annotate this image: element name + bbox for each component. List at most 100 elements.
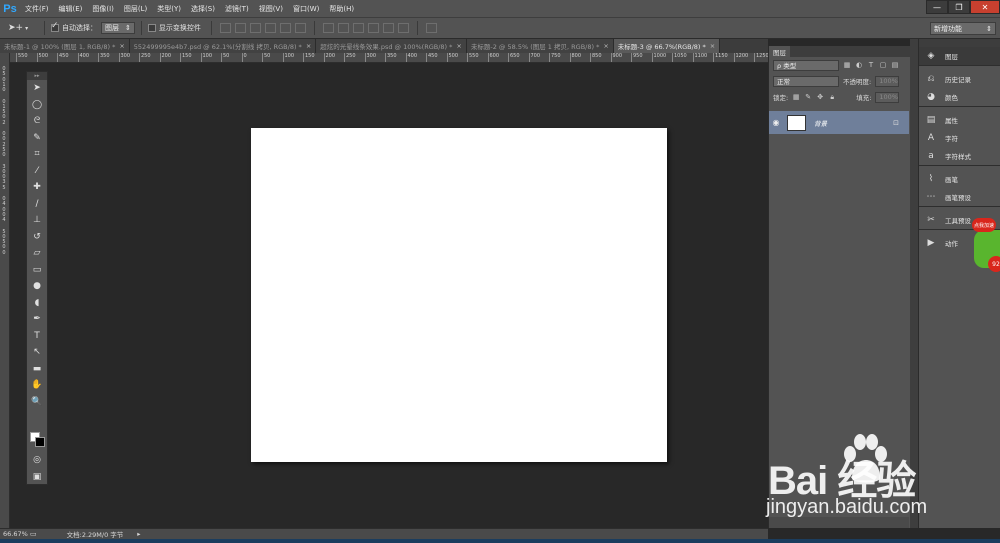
tool-preset-picker[interactable]: ➤+ ▾: [8, 20, 38, 36]
menu-item[interactable]: 类型(Y): [152, 4, 186, 14]
document-tab-label: 未标题-1 @ 100% (图层 1, RGB/8) *: [4, 43, 116, 51]
close-tab-icon[interactable]: ×: [710, 42, 715, 50]
dock-item[interactable]: ⌇ 画笔: [919, 170, 1000, 188]
dock-item[interactable]: ⋯ 画笔预设: [919, 188, 1000, 206]
zoom-level[interactable]: 66.67%: [0, 530, 30, 538]
document-tab[interactable]: 552499995e4b7.psd @ 62.1%(分割线 拷贝, RGB/8)…: [129, 39, 317, 53]
filter-type-icon[interactable]: T: [867, 61, 875, 69]
minimize-button[interactable]: —: [926, 0, 948, 14]
filter-pixel-icon[interactable]: ▦: [843, 61, 851, 69]
dock-item[interactable]: ◕ 颜色: [919, 88, 1000, 106]
lasso-icon[interactable]: ᘓ: [27, 113, 47, 130]
menu-item[interactable]: 视图(V): [254, 4, 288, 14]
menu-item[interactable]: 文件(F): [20, 4, 54, 14]
document-tab[interactable]: 未标题-2 @ 58.5% (图层 1 拷贝, RGB/8) * ×: [466, 39, 614, 53]
lock-all-icon[interactable]: 🔒︎: [828, 93, 836, 101]
zoom-icon[interactable]: 🔍: [27, 394, 47, 411]
align-bottom-icon[interactable]: [249, 23, 261, 33]
clone-stamp-icon[interactable]: ⊥: [27, 212, 47, 229]
type-icon[interactable]: T: [27, 328, 47, 345]
distribute-top-icon[interactable]: [322, 23, 334, 33]
menu-item[interactable]: 窗口(W): [288, 4, 324, 14]
document-canvas[interactable]: [251, 128, 667, 462]
blend-mode-dropdown[interactable]: 正常: [773, 75, 839, 87]
ruler-tick-label: 150: [303, 53, 315, 62]
align-right-icon[interactable]: [294, 23, 306, 33]
distribute-left-icon[interactable]: [367, 23, 379, 33]
close-tab-icon[interactable]: ×: [306, 42, 311, 50]
auto-select-target-dropdown[interactable]: 图层 ⇕: [101, 22, 135, 34]
close-button[interactable]: ✕: [970, 0, 1000, 14]
menu-item[interactable]: 选择(S): [186, 4, 220, 14]
gradient-icon[interactable]: ▭: [27, 262, 47, 279]
auto-align-icon[interactable]: [425, 23, 437, 33]
close-tab-icon[interactable]: ×: [456, 42, 461, 50]
blur-icon[interactable]: ●: [27, 278, 47, 295]
auto-select-checkbox[interactable]: 自动选择：: [51, 21, 97, 33]
ellipse-marquee-icon[interactable]: ◯: [27, 97, 47, 114]
layer-row-background[interactable]: ◉ 背景 ⊡: [769, 111, 909, 134]
brush-icon[interactable]: ∕: [27, 196, 47, 213]
toolbox-grip[interactable]: ▸▸: [27, 72, 47, 80]
history-brush-icon[interactable]: ↺: [27, 229, 47, 246]
close-tab-icon[interactable]: ×: [119, 42, 124, 50]
document-tab[interactable]: 未标题-3 @ 66.7%(RGB/8) * ×: [613, 39, 721, 53]
dock-item[interactable]: ▤ 属性: [919, 111, 1000, 129]
filter-shape-icon[interactable]: ▢: [879, 61, 887, 69]
menu-item[interactable]: 滤镜(T): [220, 4, 254, 14]
filter-smart-icon[interactable]: ▤: [891, 61, 899, 69]
lock-image-icon[interactable]: ✎: [804, 93, 812, 101]
lock-position-icon[interactable]: ✥: [816, 93, 824, 101]
show-transform-checkbox[interactable]: 显示变换控件: [147, 23, 201, 33]
distribute-right-icon[interactable]: [397, 23, 409, 33]
align-top-icon[interactable]: [219, 23, 231, 33]
window-controls: — ❐ ✕: [926, 0, 1000, 14]
speedup-widget[interactable]: 点我加速 92: [972, 218, 1000, 282]
dock-item[interactable]: ◈ 图层: [919, 47, 1000, 65]
healing-brush-icon[interactable]: ✚: [27, 179, 47, 196]
tab-layers[interactable]: 图层: [769, 46, 790, 57]
lock-transparent-icon[interactable]: ▦: [792, 93, 800, 101]
align-left-icon[interactable]: [264, 23, 276, 33]
close-tab-icon[interactable]: ×: [603, 42, 608, 50]
restore-button[interactable]: ❐: [948, 0, 970, 14]
crop-icon[interactable]: ⌗: [27, 146, 47, 163]
pen-icon[interactable]: ✒: [27, 311, 47, 328]
status-menu-arrow-icon[interactable]: ▸: [137, 530, 140, 538]
fill-field[interactable]: 100%: [875, 91, 900, 103]
visibility-eye-icon[interactable]: ◉: [769, 118, 783, 127]
workspace-dropdown[interactable]: 新增功能 ⇕: [930, 22, 996, 35]
document-tab[interactable]: 超炫的光晕线条效果.psd @ 100%(RGB/8) * ×: [316, 39, 467, 53]
align-vcenter-icon[interactable]: [234, 23, 246, 33]
distribute-hcenter-icon[interactable]: [382, 23, 394, 33]
history-icon: ⎌: [927, 74, 935, 84]
distribute-vcenter-icon[interactable]: [337, 23, 349, 33]
dock-item[interactable]: A 字符: [919, 129, 1000, 147]
menu-item[interactable]: 编辑(E): [54, 4, 88, 14]
menu-item[interactable]: 帮助(H): [324, 4, 359, 14]
opacity-field[interactable]: 100%: [875, 75, 900, 87]
menu-item[interactable]: 图像(I): [87, 4, 119, 14]
layers-panel: 图层 ρ 类型 ▦ ◐ T ▢ ▤ 正常 不透明度: 100% 锁定: ▦ ✎ …: [768, 46, 910, 528]
filter-adjust-icon[interactable]: ◐: [855, 61, 863, 69]
screen-mode-icon[interactable]: ▣: [27, 469, 47, 486]
hand-icon[interactable]: ✋: [27, 377, 47, 394]
path-select-icon[interactable]: ↖: [27, 344, 47, 361]
menu-item[interactable]: 图层(L): [119, 4, 152, 14]
rectangle-icon[interactable]: ▬: [27, 361, 47, 378]
eraser-icon[interactable]: ▱: [27, 245, 47, 262]
quick-select-icon[interactable]: ✎: [27, 130, 47, 147]
background-color-swatch[interactable]: [35, 437, 45, 447]
dodge-icon[interactable]: ◖: [27, 295, 47, 312]
dock-item-label: 历史记录: [945, 76, 971, 84]
dock-item[interactable]: ⎌ 历史记录: [919, 70, 1000, 88]
align-hcenter-icon[interactable]: [279, 23, 291, 33]
dock-item[interactable]: a 字符样式: [919, 147, 1000, 165]
move-tool-icon[interactable]: ➤: [27, 80, 47, 97]
quick-mask-icon[interactable]: ◎: [27, 452, 47, 469]
layer-filter-dropdown[interactable]: ρ 类型: [773, 59, 839, 71]
distribute-bottom-icon[interactable]: [352, 23, 364, 33]
document-tab[interactable]: 未标题-1 @ 100% (图层 1, RGB/8) * ×: [0, 39, 130, 53]
dock-collapse-strip[interactable]: [910, 39, 918, 528]
eyedropper-icon[interactable]: ⁄: [27, 163, 47, 180]
